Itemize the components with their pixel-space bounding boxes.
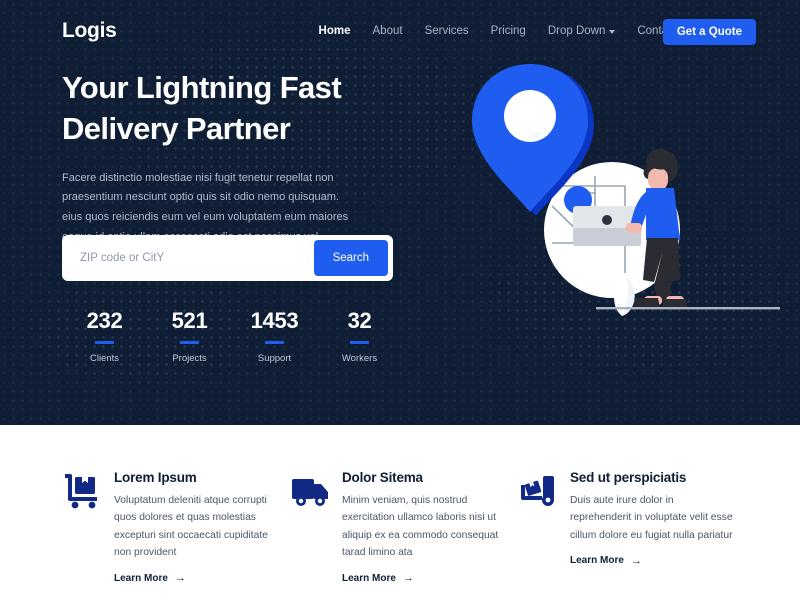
features-section: Lorem Ipsum Voluptatum deleniti atque co… [0, 425, 800, 600]
stat-workers: 32 Workers [317, 308, 402, 364]
feature-card-title: Dolor Sitema [342, 470, 423, 485]
forklift-icon [521, 476, 554, 506]
stats-row: 232 Clients 521 Projects 1453 Support 32… [62, 308, 402, 364]
stat-support-label: Support [257, 352, 292, 364]
nav-item-services[interactable]: Services [414, 25, 480, 37]
top-navigation: Logis Home About Services Pricing Drop D… [0, 0, 800, 62]
feature-card-lorem-ipsum: Lorem Ipsum Voluptatum deleniti atque co… [62, 470, 277, 586]
nav-item-pricing-label: Pricing [490, 25, 526, 37]
learn-more-link[interactable]: Learn More → [114, 572, 186, 584]
get-a-quote-button[interactable]: Get a Quote [662, 19, 756, 45]
nav-item-services-label: Services [424, 25, 469, 37]
feature-card-text: Duis aute irure dolor in reprehenderit i… [570, 495, 733, 541]
stat-divider [350, 341, 369, 344]
nav-item-drop-down[interactable]: Drop Down [537, 25, 627, 37]
feature-card-body: Sed ut perspiciatis Duis aute irure dolo… [570, 470, 733, 568]
feature-card-text: Voluptatum deleniti atque corrupti quos … [114, 495, 268, 558]
stat-support-value: 1453 [250, 308, 299, 333]
hero-title: Your Lightning Fast Delivery Partner [62, 70, 342, 146]
logo[interactable]: Logis [62, 19, 117, 43]
stat-divider [265, 341, 284, 344]
feature-card-title: Sed ut perspiciatis [570, 470, 687, 485]
chevron-down-icon [609, 30, 616, 34]
learn-more-link[interactable]: Learn More → [342, 572, 414, 584]
arrow-right-icon: → [630, 554, 642, 567]
hero-section: Logis Home About Services Pricing Drop D… [0, 0, 800, 425]
search-bar: Search [62, 235, 393, 281]
feature-card-dolor-sitema: Dolor Sitema Minim veniam, quis nostrud … [290, 470, 505, 586]
feature-card-title: Lorem Ipsum [114, 470, 197, 485]
nav-item-home-label: Home [318, 25, 351, 37]
stat-projects: 521 Projects [147, 308, 232, 364]
stat-divider [180, 341, 199, 344]
stat-workers-label: Workers [341, 352, 378, 364]
learn-more-label: Learn More [570, 555, 624, 567]
arrow-right-icon: → [174, 572, 186, 585]
stat-projects-value: 521 [171, 308, 208, 333]
search-button[interactable]: Search [313, 240, 388, 276]
learn-more-label: Learn More [342, 572, 396, 584]
landing-page: Logis Home About Services Pricing Drop D… [0, 0, 800, 600]
feature-card-sed-ut-perspiciatis: Sed ut perspiciatis Duis aute irure dolo… [518, 470, 733, 568]
delivery-truck-icon [292, 479, 328, 506]
stat-divider [95, 341, 114, 344]
search-input[interactable] [62, 252, 314, 264]
feature-card-text: Minim veniam, quis nostrud exercitation … [342, 495, 499, 558]
hand-truck-icon [65, 474, 97, 509]
stat-workers-value: 32 [347, 308, 372, 333]
nav-item-drop-down-label: Drop Down [547, 25, 606, 37]
learn-more-label: Learn More [114, 572, 168, 584]
feature-card-body: Lorem Ipsum Voluptatum deleniti atque co… [114, 470, 277, 586]
hero-illustration [472, 64, 780, 316]
stat-support: 1453 Support [232, 308, 317, 364]
learn-more-link[interactable]: Learn More → [570, 555, 642, 567]
stat-clients-label: Clients [89, 352, 120, 364]
nav-item-about-label: About [372, 25, 403, 37]
stat-clients: 232 Clients [62, 308, 147, 364]
arrow-right-icon: → [402, 572, 414, 585]
nav-item-pricing[interactable]: Pricing [480, 25, 537, 37]
feature-card-body: Dolor Sitema Minim veniam, quis nostrud … [342, 470, 505, 586]
stat-clients-value: 232 [86, 308, 123, 333]
stat-projects-label: Projects [172, 352, 207, 364]
nav-item-about[interactable]: About [362, 25, 414, 37]
nav-links: Home About Services Pricing Drop Down Co… [308, 0, 688, 62]
nav-item-home[interactable]: Home [308, 25, 362, 37]
